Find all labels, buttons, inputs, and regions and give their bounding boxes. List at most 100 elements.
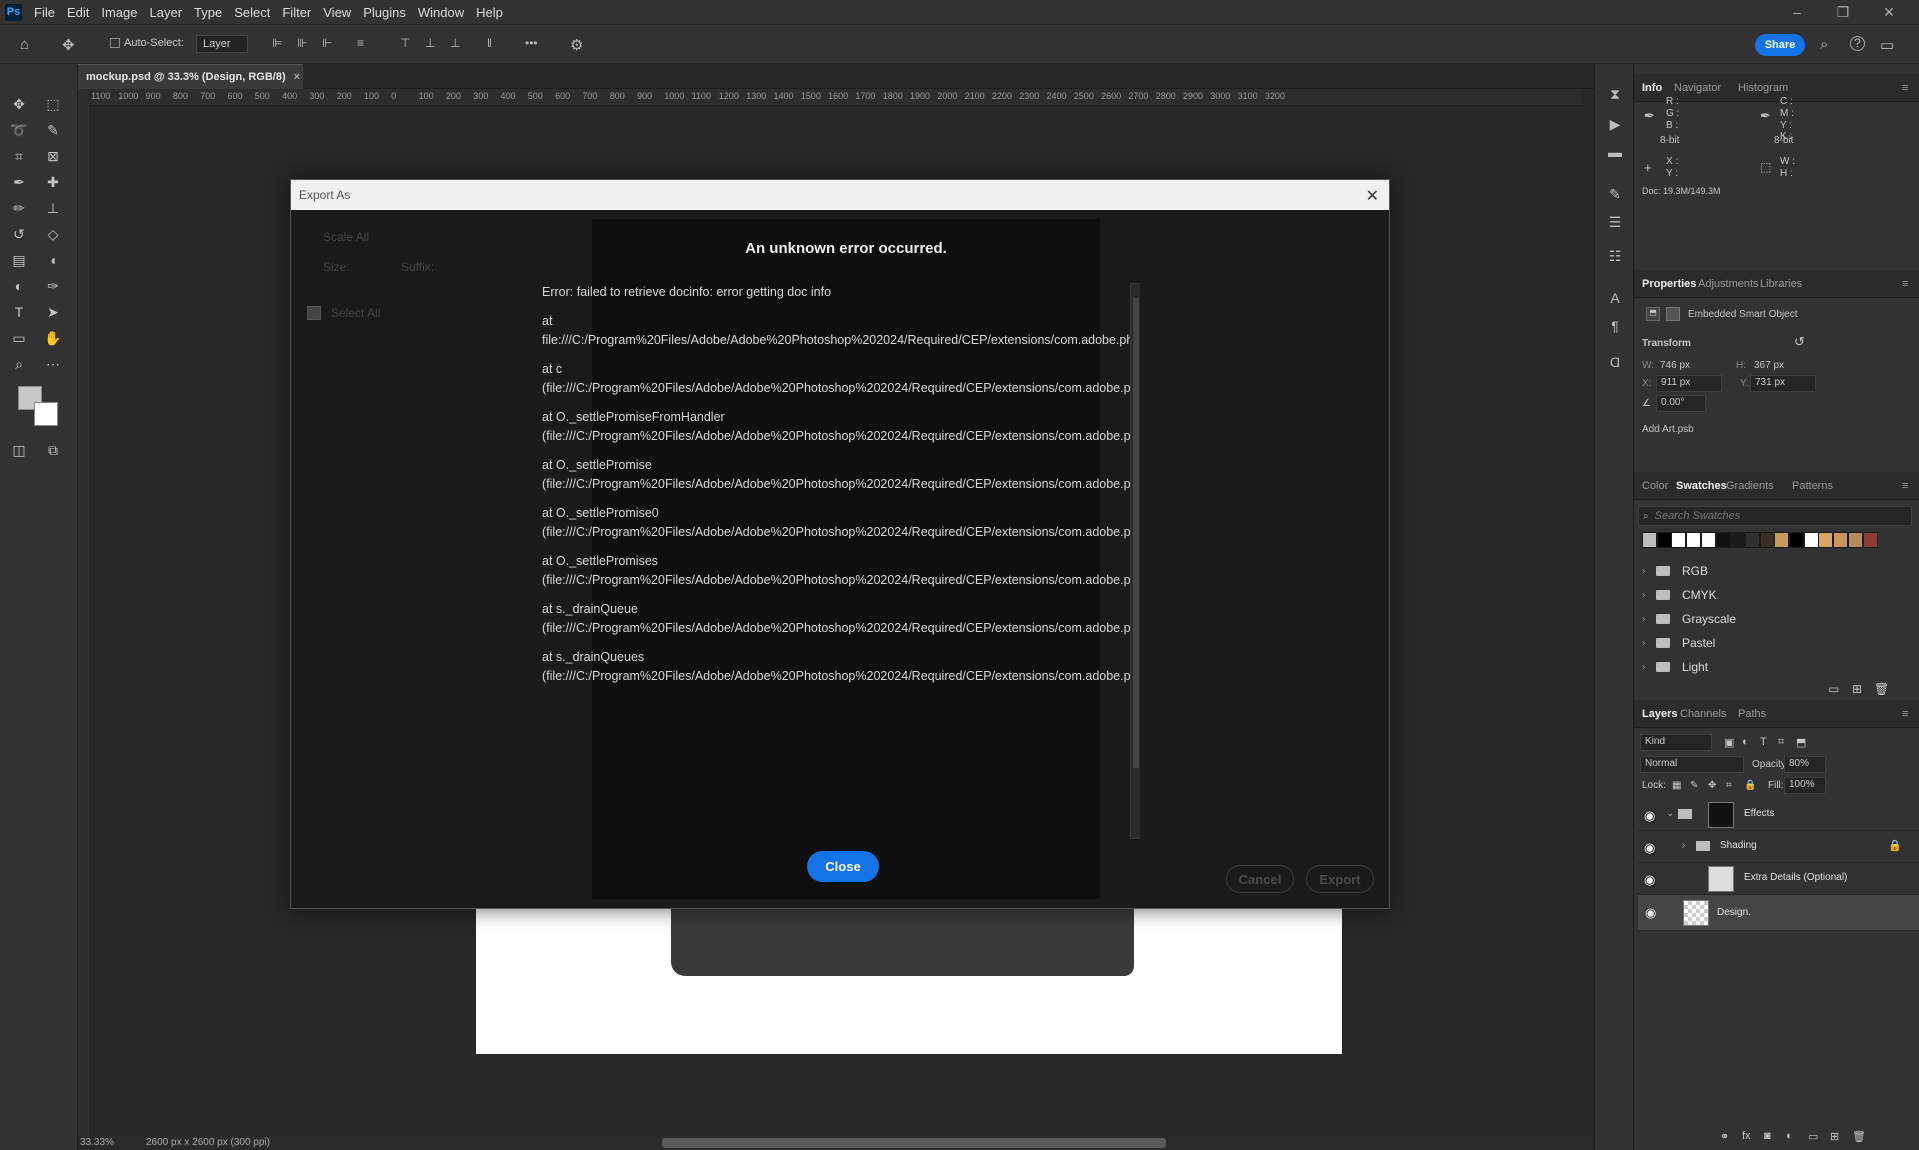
cancel-button[interactable]: Cancel xyxy=(1226,865,1294,893)
tab-gradients[interactable]: Gradients xyxy=(1726,480,1774,492)
zoom-level[interactable]: 33.33% xyxy=(80,1137,114,1148)
quick-mask-icon[interactable]: ◫ xyxy=(6,438,32,462)
color-swatch[interactable] xyxy=(1774,532,1790,548)
color-swatch[interactable] xyxy=(1686,532,1702,548)
layer-row-selected[interactable]: ◉ Design. xyxy=(1638,895,1919,931)
panel-menu-icon[interactable]: ≡ xyxy=(1902,708,1908,720)
type-tool-icon[interactable]: T xyxy=(6,300,32,324)
libraries-icon[interactable]: ☷ xyxy=(1605,248,1625,268)
y-position-input[interactable]: 731 px xyxy=(1750,375,1816,392)
paragraph-icon[interactable]: ¶ xyxy=(1605,318,1625,338)
tab-swatches[interactable]: Swatches xyxy=(1676,480,1727,492)
color-swatch[interactable] xyxy=(1818,532,1834,548)
align-top-icon[interactable]: ⊤ xyxy=(400,36,410,50)
color-swatch[interactable] xyxy=(1715,532,1731,548)
menu-window[interactable]: Window xyxy=(412,5,470,20)
rectangle-tool-icon[interactable]: ▭ xyxy=(6,326,32,350)
reset-transform-icon[interactable]: ↺ xyxy=(1794,334,1805,350)
color-swatch[interactable] xyxy=(1656,532,1672,548)
panel-menu-icon[interactable]: ≡ xyxy=(1902,82,1908,94)
character-icon[interactable]: A xyxy=(1605,290,1625,310)
history-brush-icon[interactable]: ↺ xyxy=(6,222,32,246)
marquee-tool-icon[interactable]: ⬚ xyxy=(40,92,66,116)
delete-layer-icon[interactable]: 🗑 xyxy=(1852,1130,1866,1143)
blend-mode-dropdown[interactable]: Normal xyxy=(1640,756,1744,773)
swatch-folder-rgb[interactable]: › RGB xyxy=(1634,558,1904,584)
glyphs-icon[interactable]: Ɑ xyxy=(1605,354,1625,374)
adjustment-layer-icon[interactable]: ◐ xyxy=(1786,1130,1793,1142)
align-bottom-icon[interactable]: ⊥ xyxy=(450,36,460,50)
menu-plugins[interactable]: Plugins xyxy=(357,5,412,20)
layer-row[interactable]: ◉ ⌄ Effects xyxy=(1638,799,1919,831)
filter-adjustment-icon[interactable]: ◐ xyxy=(1742,736,1749,748)
lock-artboard-icon[interactable]: ⌗ xyxy=(1726,780,1732,791)
color-swatch[interactable] xyxy=(1789,532,1804,548)
swatch-folder-light[interactable]: › Light xyxy=(1634,654,1904,680)
visibility-eye-icon[interactable]: ◉ xyxy=(1645,905,1656,921)
tab-libraries[interactable]: Libraries xyxy=(1760,278,1802,290)
tab-histogram[interactable]: Histogram xyxy=(1738,82,1788,94)
move-tool-icon[interactable]: ✥ xyxy=(6,92,32,116)
angle-input[interactable]: 0.00° xyxy=(1656,395,1706,412)
layer-row[interactable]: ◉ › Shading 🔒 xyxy=(1638,831,1919,863)
color-swatch[interactable] xyxy=(1642,532,1657,548)
lock-paint-icon[interactable]: ✎ xyxy=(1690,780,1698,791)
eyedropper-tool-icon[interactable]: ✒ xyxy=(6,170,32,194)
error-log-scroll[interactable]: Error: failed to retrieve docinfo: error… xyxy=(542,283,1140,839)
layer-row[interactable]: ◉ Extra Details (Optional) xyxy=(1638,863,1919,895)
lock-all-icon[interactable]: 🔒 xyxy=(1744,780,1756,791)
gradient-tool-icon[interactable]: ▤ xyxy=(6,248,32,272)
dodge-tool-icon[interactable]: ◐ xyxy=(6,274,32,298)
visibility-eye-icon[interactable]: ◉ xyxy=(1644,872,1655,888)
tab-color[interactable]: Color xyxy=(1642,480,1668,492)
color-swatch[interactable] xyxy=(1847,532,1863,548)
share-button[interactable]: Share xyxy=(1755,34,1805,56)
tab-properties[interactable]: Properties xyxy=(1642,278,1696,290)
layer-style-icon[interactable]: fx xyxy=(1742,1130,1751,1142)
hand-tool-icon[interactable]: ✋ xyxy=(40,326,66,350)
opacity-input[interactable]: 80% xyxy=(1784,756,1826,773)
menu-edit[interactable]: Edit xyxy=(61,5,95,20)
document-tab[interactable]: mockup.psd @ 33.3% (Design, RGB/8) × xyxy=(78,64,303,89)
lasso-tool-icon[interactable]: ➰ xyxy=(6,118,32,142)
tab-layers[interactable]: Layers xyxy=(1642,708,1677,720)
help-icon[interactable]: ? xyxy=(1850,36,1865,51)
comments-icon[interactable]: ▬ xyxy=(1605,144,1625,164)
more-tools-icon[interactable]: ⋯ xyxy=(40,352,66,376)
menu-view[interactable]: View xyxy=(317,5,357,20)
menu-type[interactable]: Type xyxy=(188,5,228,20)
frame-tool-icon[interactable]: ⊠ xyxy=(40,144,66,168)
new-swatch-icon[interactable]: ⊞ xyxy=(1852,682,1862,696)
brush-tool-icon[interactable]: ✏ xyxy=(6,196,32,220)
screen-mode-icon[interactable]: ⧉ xyxy=(40,438,66,462)
adjustments-icon[interactable]: ☰ xyxy=(1605,214,1625,234)
color-swatch[interactable] xyxy=(1862,532,1878,548)
swatch-folder-cmyk[interactable]: › CMYK xyxy=(1634,582,1904,608)
group-expand-icon[interactable]: › xyxy=(1682,840,1685,851)
swatch-folder-grayscale[interactable]: › Grayscale xyxy=(1634,606,1904,632)
color-swatch[interactable] xyxy=(1759,532,1775,548)
align-right-icon[interactable]: ⊩ xyxy=(322,36,332,50)
eraser-tool-icon[interactable]: ◇ xyxy=(40,222,66,246)
align-center-icon[interactable]: ⊪ xyxy=(297,36,307,50)
select-all-checkbox[interactable] xyxy=(307,306,321,320)
tab-channels[interactable]: Channels xyxy=(1680,708,1726,720)
filter-shape-icon[interactable]: ⌗ xyxy=(1778,736,1784,749)
minimize-button[interactable]: – xyxy=(1774,0,1820,24)
home-icon[interactable]: ⌂ xyxy=(20,36,29,53)
filter-type-icon[interactable]: T xyxy=(1760,736,1767,748)
menu-help[interactable]: Help xyxy=(470,5,509,20)
x-position-input[interactable]: 911 px xyxy=(1656,375,1722,392)
actions-play-icon[interactable]: ▶ xyxy=(1605,116,1625,136)
color-swatch[interactable] xyxy=(1700,532,1716,548)
color-swatch[interactable] xyxy=(1833,532,1849,548)
path-select-tool-icon[interactable]: ➤ xyxy=(40,300,66,324)
more-options-icon[interactable]: ••• xyxy=(525,36,538,50)
menu-layer[interactable]: Layer xyxy=(144,5,189,20)
auto-select-checkbox[interactable] xyxy=(110,38,120,48)
menu-select[interactable]: Select xyxy=(228,5,276,20)
settings-icon[interactable]: ⚙ xyxy=(570,36,583,54)
group-expand-icon[interactable]: ⌄ xyxy=(1666,808,1674,819)
tab-patterns[interactable]: Patterns xyxy=(1792,480,1833,492)
error-log-scroll-thumb[interactable] xyxy=(1133,298,1139,768)
